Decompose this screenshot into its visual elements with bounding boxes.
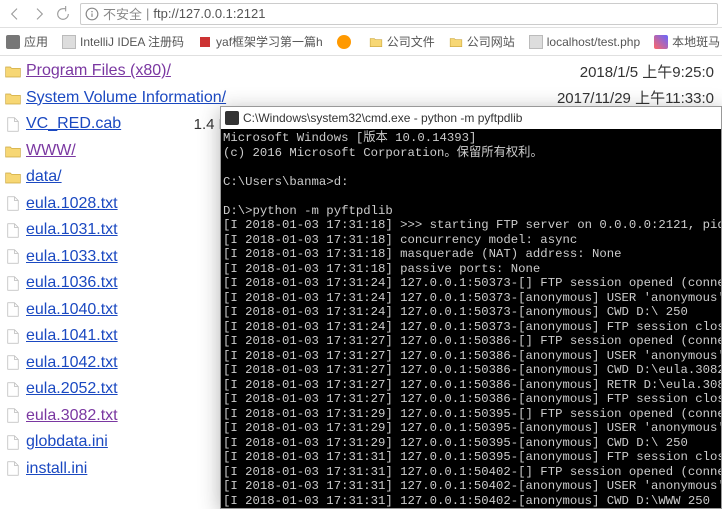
terminal-line: [I 2018-01-03 17:31:18] >>> starting FTP… bbox=[223, 218, 719, 233]
forward-button[interactable] bbox=[28, 3, 50, 25]
terminal-line bbox=[223, 160, 719, 175]
file-icon bbox=[0, 302, 26, 317]
url-text: ftp://127.0.0.1:2121 bbox=[153, 6, 265, 21]
cmd-titlebar[interactable]: C:\Windows\system32\cmd.exe - python -m … bbox=[221, 107, 721, 129]
file-link[interactable]: install.ini bbox=[26, 460, 87, 478]
file-link[interactable]: eula.1028.txt bbox=[26, 195, 118, 213]
bookmark-item[interactable]: 公司网站 bbox=[449, 33, 515, 50]
bookmark-label: yaf框架学习第一篇h bbox=[216, 33, 323, 50]
terminal-line: [I 2018-01-03 17:31:31] 127.0.0.1:50402-… bbox=[223, 465, 719, 480]
cmd-title-text: C:\Windows\system32\cmd.exe - python -m … bbox=[243, 111, 522, 125]
cmd-icon bbox=[225, 111, 239, 125]
file-icon bbox=[0, 355, 26, 370]
bookmark-label: 公司网站 bbox=[467, 33, 515, 50]
file-link[interactable]: VC_RED.cab bbox=[26, 115, 121, 133]
address-bar[interactable]: 不安全 | ftp://127.0.0.1:2121 bbox=[80, 3, 718, 25]
folder-icon bbox=[0, 64, 26, 78]
terminal-line: [I 2018-01-03 17:31:29] 127.0.0.1:50395-… bbox=[223, 407, 719, 422]
terminal-line: [I 2018-01-03 17:31:29] 127.0.0.1:50395-… bbox=[223, 421, 719, 436]
bookmarks-bar: 应用 IntelliJ IDEA 注册码 yaf框架学习第一篇h 公司文件 公司网站 lo… bbox=[0, 28, 722, 56]
terminal-line: [I 2018-01-03 17:31:27] 127.0.0.1:50386-… bbox=[223, 378, 719, 393]
bookmark-item[interactable]: 应用 bbox=[6, 33, 48, 50]
terminal-line: [I 2018-01-03 17:31:24] 127.0.0.1:50373-… bbox=[223, 320, 719, 335]
bookmark-item[interactable]: 本地斑马 bbox=[654, 33, 720, 50]
favicon bbox=[337, 35, 351, 49]
favicon bbox=[62, 35, 76, 49]
terminal-line: [I 2018-01-03 17:31:27] 127.0.0.1:50386-… bbox=[223, 392, 719, 407]
terminal-line: [I 2018-01-03 17:31:27] 127.0.0.1:50386-… bbox=[223, 349, 719, 364]
terminal-line: [I 2018-01-03 17:31:27] 127.0.0.1:50386-… bbox=[223, 334, 719, 349]
terminal-line: [I 2018-01-03 17:31:18] passive ports: N… bbox=[223, 262, 719, 277]
file-icon bbox=[0, 329, 26, 344]
file-icon bbox=[0, 196, 26, 211]
bookmark-label: 公司文件 bbox=[387, 33, 435, 50]
file-link[interactable]: eula.1033.txt bbox=[26, 248, 118, 266]
file-icon bbox=[0, 408, 26, 423]
favicon bbox=[369, 35, 383, 49]
file-link[interactable]: eula.1041.txt bbox=[26, 327, 118, 345]
terminal-line: [I 2018-01-03 17:31:31] 127.0.0.1:50402-… bbox=[223, 494, 719, 509]
terminal-line: [I 2018-01-03 17:31:24] 127.0.0.1:50373-… bbox=[223, 305, 719, 320]
back-button[interactable] bbox=[4, 3, 26, 25]
directory-row: Program Files (x80)/2018/1/5 上午9:25:0 bbox=[0, 58, 722, 85]
folder-icon bbox=[0, 144, 26, 158]
terminal-line: [I 2018-01-03 17:31:18] masquerade (NAT)… bbox=[223, 247, 719, 262]
terminal-line: [I 2018-01-03 17:31:18] concurrency mode… bbox=[223, 233, 719, 248]
file-date: 2018/1/5 上午9:25:0 bbox=[171, 61, 722, 82]
bookmark-item[interactable]: yaf框架学习第一篇h bbox=[198, 33, 323, 50]
terminal-line: [I 2018-01-03 17:31:27] 127.0.0.1:50386-… bbox=[223, 363, 719, 378]
terminal-line bbox=[223, 189, 719, 204]
file-link[interactable]: eula.1040.txt bbox=[26, 301, 118, 319]
bookmark-label: 应用 bbox=[24, 33, 48, 50]
bookmark-label: 本地斑马 bbox=[672, 33, 720, 50]
file-icon bbox=[0, 223, 26, 238]
terminal-line: (c) 2016 Microsoft Corporation。保留所有权利。 bbox=[223, 146, 719, 161]
info-icon bbox=[85, 7, 99, 21]
file-link[interactable]: eula.3082.txt bbox=[26, 407, 118, 425]
file-icon bbox=[0, 117, 26, 132]
file-icon bbox=[0, 382, 26, 397]
terminal-line: [I 2018-01-03 17:31:24] 127.0.0.1:50373-… bbox=[223, 291, 719, 306]
folder-icon bbox=[0, 91, 26, 105]
bookmark-item[interactable] bbox=[337, 35, 355, 49]
browser-toolbar: 不安全 | ftp://127.0.0.1:2121 bbox=[0, 0, 722, 28]
terminal-line: [I 2018-01-03 17:31:31] 127.0.0.1:50402-… bbox=[223, 479, 719, 494]
terminal-line: Microsoft Windows [版本 10.0.14393] bbox=[223, 131, 719, 146]
bookmark-item[interactable]: IntelliJ IDEA 注册码 bbox=[62, 33, 184, 50]
file-icon bbox=[0, 435, 26, 450]
bookmark-label: localhost/test.php bbox=[547, 35, 640, 49]
file-link[interactable]: eula.1036.txt bbox=[26, 274, 118, 292]
terminal-line: [I 2018-01-03 17:31:31] 127.0.0.1:50395-… bbox=[223, 450, 719, 465]
insecure-label: 不安全 bbox=[103, 4, 142, 23]
file-link[interactable]: WWW/ bbox=[26, 142, 76, 160]
terminal-line: C:\Users\banma>d: bbox=[223, 175, 719, 190]
favicon bbox=[654, 35, 668, 49]
favicon bbox=[529, 35, 543, 49]
bookmark-label: IntelliJ IDEA 注册码 bbox=[80, 33, 184, 50]
folder-icon bbox=[0, 170, 26, 184]
file-link[interactable]: eula.1042.txt bbox=[26, 354, 118, 372]
cmd-body[interactable]: Microsoft Windows [版本 10.0.14393](c) 201… bbox=[221, 129, 721, 508]
favicon bbox=[198, 35, 212, 49]
file-icon bbox=[0, 461, 26, 476]
favicon bbox=[449, 35, 463, 49]
reload-button[interactable] bbox=[52, 3, 74, 25]
file-link[interactable]: data/ bbox=[26, 168, 62, 186]
favicon bbox=[6, 35, 20, 49]
file-icon bbox=[0, 276, 26, 291]
file-link[interactable]: eula.2052.txt bbox=[26, 380, 118, 398]
bookmark-item[interactable]: 公司文件 bbox=[369, 33, 435, 50]
bookmark-item[interactable]: localhost/test.php bbox=[529, 35, 640, 49]
file-link[interactable]: globdata.ini bbox=[26, 433, 108, 451]
terminal-line: [I 2018-01-03 17:31:29] 127.0.0.1:50395-… bbox=[223, 436, 719, 451]
terminal-line: [I 2018-01-03 17:31:24] 127.0.0.1:50373-… bbox=[223, 276, 719, 291]
cmd-window[interactable]: C:\Windows\system32\cmd.exe - python -m … bbox=[220, 106, 722, 509]
terminal-line: D:\>python -m pyftpdlib bbox=[223, 204, 719, 219]
file-link[interactable]: Program Files (x80)/ bbox=[26, 62, 171, 80]
file-link[interactable]: System Volume Information/ bbox=[26, 89, 226, 107]
file-link[interactable]: eula.1031.txt bbox=[26, 221, 118, 239]
file-icon bbox=[0, 249, 26, 264]
